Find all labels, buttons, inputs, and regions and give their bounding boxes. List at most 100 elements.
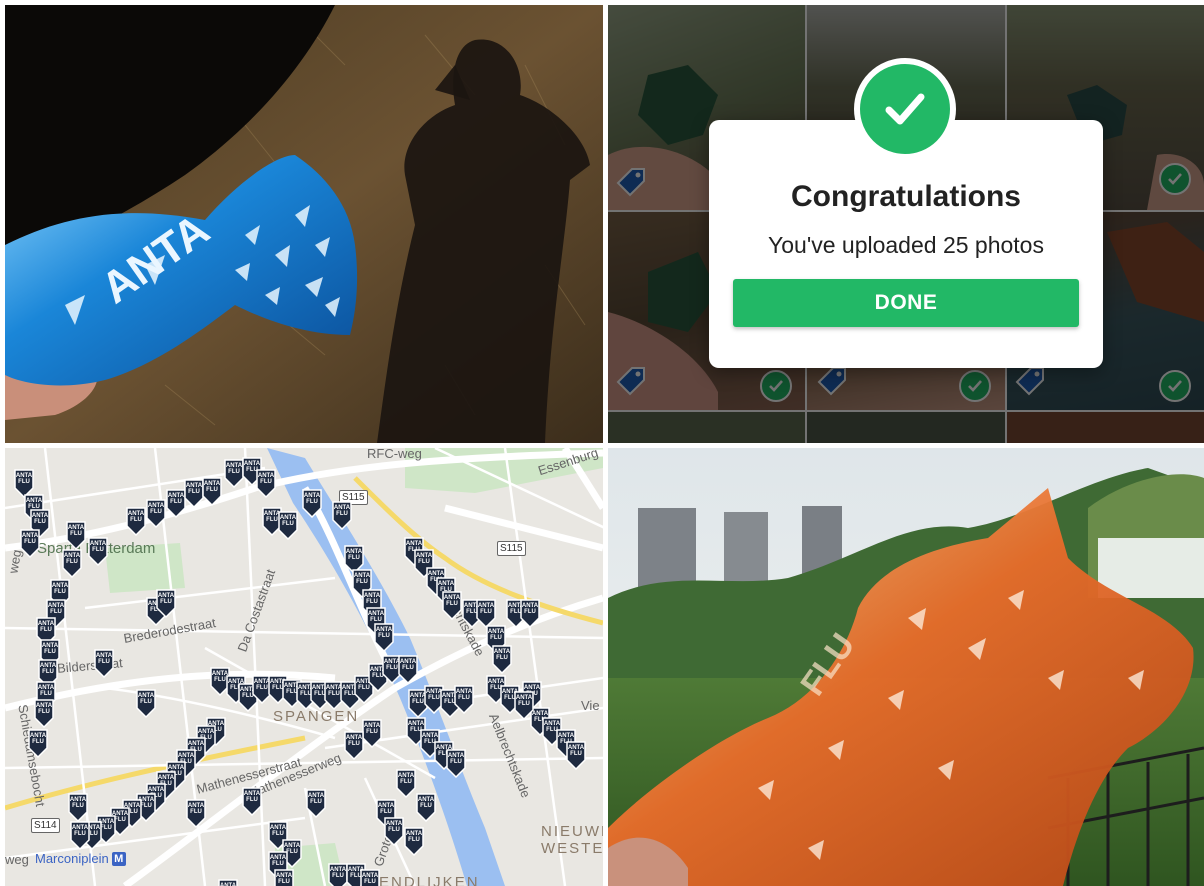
litter-marker-icon[interactable]: ANTAFLU	[565, 740, 587, 771]
marker-label: ANTAFLU	[405, 831, 423, 843]
marker-label: ANTAFLU	[47, 603, 65, 615]
done-button[interactable]: DONE	[733, 279, 1079, 327]
marker-label: ANTAFLU	[455, 689, 473, 701]
marker-label: ANTAFLU	[567, 745, 585, 757]
street-label: Vie	[581, 698, 600, 713]
marker-label: ANTAFLU	[307, 793, 325, 805]
marker-label: ANTAFLU	[443, 595, 461, 607]
litter-marker-icon[interactable]: ANTAFLU	[273, 868, 295, 886]
litter-marker-icon[interactable]: ANTAFLU	[93, 648, 115, 679]
district-label: SPANGEN	[273, 708, 360, 725]
marker-label: ANTAFLU	[31, 513, 49, 525]
congratulations-dialog: Congratulations You've uploaded 25 photo…	[709, 58, 1103, 368]
marker-label: ANTAFLU	[303, 493, 321, 505]
marker-label: ANTAFLU	[37, 621, 55, 633]
litter-marker-icon[interactable]: ANTAFLU	[67, 792, 89, 823]
metro-station-name: Marconiplein	[35, 851, 109, 866]
litter-marker-icon[interactable]: ANTAFLU	[397, 654, 419, 685]
blue-wrapper-image: ANTA	[5, 5, 603, 443]
marker-label: ANTAFLU	[39, 663, 57, 675]
litter-marker-icon[interactable]: ANTAFLU	[69, 820, 91, 851]
litter-marker-icon[interactable]: ANTAFLU	[395, 768, 417, 799]
litter-marker-icon[interactable]: ANTAFLU	[19, 528, 41, 559]
litter-marker-icon[interactable]: ANTAFLU	[441, 590, 463, 621]
litter-marker-icon[interactable]: ANTAFLU	[445, 748, 467, 779]
litter-marker-icon[interactable]: ANTAFLU	[343, 730, 365, 761]
litter-map[interactable]: RFC-weg Essenburg Sparta Rotterdam Brede…	[5, 448, 603, 886]
metro-station[interactable]: Marconiplein M	[35, 851, 126, 866]
marker-label: ANTAFLU	[63, 553, 81, 565]
marker-label: ANTAFLU	[417, 797, 435, 809]
marker-label: ANTAFLU	[279, 515, 297, 527]
litter-marker-icon[interactable]: ANTAFLU	[305, 788, 327, 819]
litter-marker-icon[interactable]: ANTAFLU	[519, 598, 541, 629]
district-label: BENDLIJKEN	[367, 874, 480, 886]
marker-label: ANTAFLU	[21, 533, 39, 545]
litter-marker-icon[interactable]: ANTAFLU	[217, 878, 239, 886]
marker-label: ANTAFLU	[67, 525, 85, 537]
marker-label: ANTAFLU	[69, 797, 87, 809]
marker-label: ANTAFLU	[137, 693, 155, 705]
litter-marker-icon[interactable]: ANTAFLU	[201, 476, 223, 507]
litter-marker-icon[interactable]: ANTAFLU	[145, 498, 167, 529]
upload-gallery-screen: Congratulations You've uploaded 25 photo…	[608, 5, 1204, 443]
litter-marker-icon[interactable]: ANTAFLU	[331, 500, 353, 531]
litter-marker-icon[interactable]: ANTAFLU	[61, 548, 83, 579]
marker-label: ANTAFLU	[521, 603, 539, 615]
marker-label: ANTAFLU	[375, 627, 393, 639]
litter-marker-icon[interactable]: ANTAFLU	[301, 488, 323, 519]
orange-wrapper-photo: FLU	[608, 448, 1204, 886]
metro-icon: M	[111, 851, 126, 866]
litter-marker-icon[interactable]: ANTAFLU	[383, 816, 405, 847]
litter-marker-icon[interactable]: ANTAFLU	[135, 688, 157, 719]
marker-label: ANTAFLU	[51, 583, 69, 595]
marker-label: ANTAFLU	[353, 573, 371, 585]
marker-label: ANTAFLU	[333, 505, 351, 517]
marker-label: ANTAFLU	[41, 643, 59, 655]
marker-label: ANTAFLU	[71, 825, 89, 837]
litter-marker-icon[interactable]: ANTAFLU	[65, 520, 87, 551]
litter-marker-icon[interactable]: ANTAFLU	[155, 588, 177, 619]
litter-marker-icon[interactable]: ANTAFLU	[255, 468, 277, 499]
road-shield: S115	[497, 541, 526, 556]
district-label: WESTEN	[541, 840, 603, 857]
marker-label: ANTAFLU	[127, 511, 145, 523]
marker-label: ANTAFLU	[257, 473, 275, 485]
blue-wrapper-photo: ANTA	[5, 5, 603, 443]
marker-label: ANTAFLU	[515, 695, 533, 707]
road-shield: S114	[31, 818, 60, 833]
litter-marker-icon[interactable]: ANTAFLU	[403, 826, 425, 857]
marker-label: ANTAFLU	[203, 481, 221, 493]
litter-marker-icon[interactable]: ANTAFLU	[185, 798, 207, 829]
litter-marker-icon[interactable]: ANTAFLU	[373, 622, 395, 653]
marker-label: ANTAFLU	[15, 473, 33, 485]
litter-marker-icon[interactable]: ANTAFLU	[359, 868, 381, 886]
marker-label: ANTAFLU	[415, 553, 433, 565]
marker-label: ANTAFLU	[187, 803, 205, 815]
litter-marker-icon[interactable]: ANTAFLU	[453, 684, 475, 715]
litter-marker-icon[interactable]: ANTAFLU	[491, 644, 513, 675]
marker-label: ANTAFLU	[447, 753, 465, 765]
marker-label: ANTAFLU	[243, 791, 261, 803]
marker-label: ANTAFLU	[397, 773, 415, 785]
orange-wrapper-image: FLU	[608, 448, 1204, 886]
marker-label: ANTAFLU	[95, 653, 113, 665]
dialog-message: You've uploaded 25 photos	[768, 232, 1044, 258]
marker-label: ANTAFLU	[275, 873, 293, 885]
marker-label: ANTAFLU	[29, 733, 47, 745]
litter-marker-icon[interactable]: ANTAFLU	[27, 728, 49, 759]
marker-label: ANTAFLU	[269, 855, 287, 867]
marker-label: ANTAFLU	[493, 649, 511, 661]
marker-label: ANTAFLU	[35, 703, 53, 715]
dialog-title: Congratulations	[791, 180, 1021, 213]
marker-label: ANTAFLU	[399, 659, 417, 671]
litter-marker-icon[interactable]: ANTAFLU	[513, 690, 535, 721]
district-label: NIEUWE	[541, 823, 603, 840]
litter-marker-icon[interactable]: ANTAFLU	[241, 786, 263, 817]
litter-marker-icon[interactable]: ANTAFLU	[87, 536, 109, 567]
litter-marker-icon[interactable]: ANTAFLU	[415, 792, 437, 823]
litter-marker-icon[interactable]: ANTAFLU	[277, 510, 299, 541]
marker-label: ANTAFLU	[345, 549, 363, 561]
litter-marker-icon[interactable]: ANTAFLU	[125, 506, 147, 537]
litter-marker-icon[interactable]: ANTAFLU	[33, 698, 55, 729]
